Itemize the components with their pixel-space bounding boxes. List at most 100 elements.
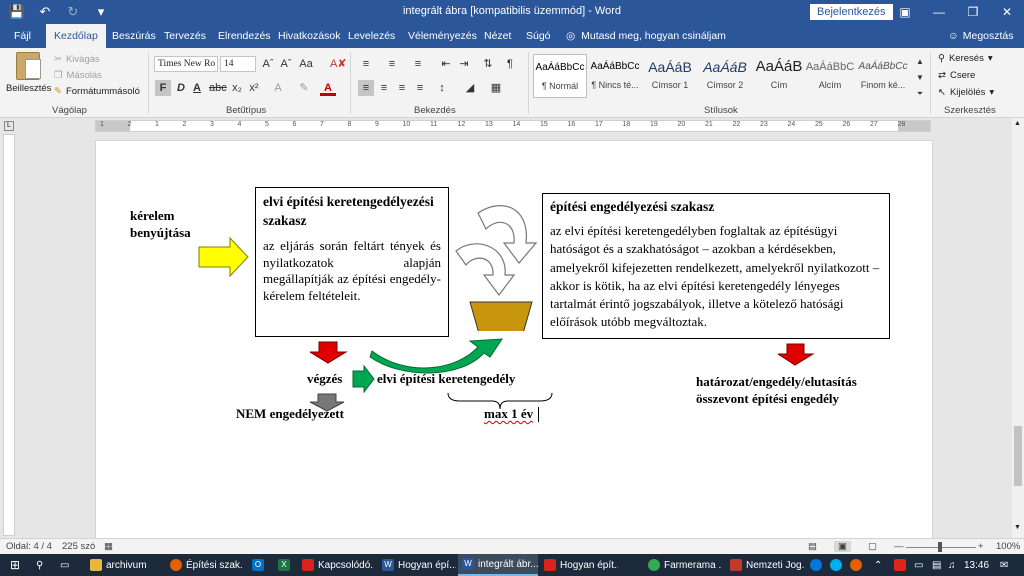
close-button[interactable]: ✕ — [990, 0, 1024, 24]
taskbar-item-firefox-1[interactable]: Építési szak... — [166, 554, 242, 576]
tab-mailings[interactable]: Levelezés — [340, 24, 403, 48]
clear-formatting-icon[interactable]: A✘ — [330, 56, 347, 72]
text-effects-icon[interactable]: A — [270, 80, 286, 96]
styles-scroll-down-icon[interactable]: ▼ — [912, 70, 928, 86]
document-page[interactable]: kérelem benyújtása elvi építési kereteng… — [95, 140, 933, 538]
align-left-icon[interactable]: ≡ — [358, 80, 374, 96]
bullets-icon[interactable]: ≡ — [358, 56, 374, 72]
customize-quick-access-icon[interactable]: ▾ — [92, 3, 110, 21]
font-name-select[interactable]: Times New Ro — [154, 56, 218, 72]
taskbar-item-archivum[interactable]: archivum — [86, 554, 162, 576]
task-view-button[interactable]: ▭ — [56, 554, 73, 576]
justify-icon[interactable]: ≡ — [412, 80, 428, 96]
ribbon-display-options-icon[interactable]: ▣ — [888, 0, 922, 24]
clock[interactable]: 13:46 — [960, 554, 993, 576]
taskbar-item-edge[interactable] — [806, 554, 824, 576]
zoom-out-icon[interactable]: — — [894, 541, 904, 552]
strikethrough-icon[interactable]: abc — [209, 80, 227, 96]
font-color-icon[interactable]: A — [320, 80, 336, 96]
tab-help[interactable]: Súgó — [518, 24, 559, 48]
taskbar-item-pdf-2[interactable]: Hogyan épít... — [540, 554, 618, 576]
scroll-up-icon[interactable]: ▲ — [1014, 120, 1021, 127]
format-painter-button[interactable]: ✎ Formátummásoló — [54, 86, 140, 97]
taskbar-item-outlook[interactable]: O — [248, 554, 270, 576]
tab-layout[interactable]: Elrendezés — [210, 24, 279, 48]
zoom-slider-thumb[interactable] — [938, 542, 942, 552]
styles-more-icon[interactable]: ⏷ — [912, 86, 928, 102]
undo-icon[interactable]: ↶ — [36, 3, 54, 21]
taskbar-item-word-active[interactable]: Wintegrált ábr... — [458, 554, 538, 576]
numbering-icon[interactable]: ≡ — [384, 56, 400, 72]
document-area[interactable]: kérelem benyújtása elvi építési kereteng… — [0, 134, 1012, 538]
web-layout-icon[interactable]: ▢ — [868, 541, 877, 552]
style-subtle-emphasis[interactable]: AaÁáBbCc Finom ké... — [856, 54, 910, 98]
scroll-down-icon[interactable]: ▼ — [1014, 524, 1021, 531]
taskbar-item-firefox-2[interactable] — [846, 554, 864, 576]
align-right-icon[interactable]: ≡ — [394, 80, 410, 96]
underline-icon[interactable]: A — [189, 80, 205, 96]
style-heading-2[interactable]: AaÁáB Címsor 2 — [698, 54, 752, 98]
decrease-indent-icon[interactable]: ⇤ — [438, 56, 454, 72]
change-case-icon[interactable]: Aa — [298, 56, 314, 72]
taskbar-item-excel[interactable]: X — [274, 554, 296, 576]
line-spacing-icon[interactable]: ↕ — [434, 80, 450, 96]
tab-file[interactable]: Fájl — [6, 24, 39, 48]
tab-view[interactable]: Nézet — [476, 24, 519, 48]
taskbar-item-word-1[interactable]: W Hogyan épí... — [378, 554, 456, 576]
search-button[interactable]: ⚲ — [32, 554, 47, 576]
style-no-spacing[interactable]: AaÁáBbCc ¶ Nincs té... — [588, 54, 642, 98]
tray-app-icon[interactable] — [890, 554, 908, 576]
highlight-icon[interactable]: ✎ — [296, 80, 312, 96]
proofing-icon[interactable]: ▦ — [104, 541, 113, 552]
read-mode-icon[interactable]: ▤ — [808, 541, 817, 552]
print-layout-icon[interactable]: ▣ — [834, 541, 851, 552]
tab-home[interactable]: Kezdőlap — [46, 24, 106, 48]
save-icon[interactable]: 💾 — [8, 3, 26, 21]
tab-selector-icon[interactable]: L — [4, 121, 14, 131]
replace-button[interactable]: ⇄ Csere — [938, 70, 975, 81]
minimize-button[interactable]: — — [922, 0, 956, 24]
battery-icon[interactable]: ▭ — [910, 554, 928, 576]
find-button[interactable]: ⚲ Keresés ▾ — [938, 53, 993, 64]
select-button[interactable]: ↖ Kijelölés ▾ — [938, 87, 994, 98]
share-button[interactable]: ☺ Megosztás — [948, 24, 1014, 48]
zoom-in-icon[interactable]: + — [978, 541, 984, 552]
tell-me-search[interactable]: ◎ Mutasd meg, hogyan csináljam — [566, 24, 726, 48]
redo-icon[interactable]: ↻ — [64, 3, 82, 21]
sign-in-button[interactable]: Bejelentkezés — [810, 4, 893, 20]
sort-icon[interactable]: ⇅ — [480, 56, 496, 72]
taskbar-item-chrome[interactable]: Farmerama ... — [644, 554, 722, 576]
shading-icon[interactable]: ◢ — [462, 80, 478, 96]
taskbar-item-nemzeti[interactable]: Nemzeti Jog... — [726, 554, 804, 576]
tab-design[interactable]: Tervezés — [156, 24, 214, 48]
increase-indent-icon[interactable]: ⇥ — [456, 56, 472, 72]
horizontal-ruler[interactable]: 1 2 1 2 3 4 5 6 7 8 9 10 11 12 13 14 15 16 17 18 19 20 21 22 23 2… — [95, 120, 931, 132]
paste-button[interactable]: Beillesztés — [6, 52, 51, 104]
zoom-level[interactable]: 100% — [996, 541, 1020, 552]
copy-button[interactable]: ❐ Másolás — [54, 70, 102, 81]
show-formatting-icon[interactable]: ¶ — [502, 56, 518, 72]
style-normal[interactable]: AaÁáBbCc ¶ Normál — [533, 54, 587, 98]
borders-icon[interactable]: ▦ — [488, 80, 504, 96]
taskbar-item-skype[interactable] — [826, 554, 844, 576]
vertical-scrollbar[interactable]: ▲ ▼ — [1012, 118, 1024, 538]
font-size-select[interactable]: 14 — [220, 56, 256, 72]
word-count[interactable]: 225 szó — [62, 541, 95, 552]
taskbar-item-acrobat[interactable]: Kapcsolódó... — [298, 554, 374, 576]
start-button[interactable]: ⊞ — [6, 554, 24, 576]
maximize-button[interactable]: ❐ — [956, 0, 990, 24]
vertical-ruler[interactable] — [3, 134, 15, 536]
grow-font-icon[interactable]: Aˆ — [260, 56, 276, 72]
subscript-icon[interactable]: x₂ — [229, 80, 245, 96]
superscript-icon[interactable]: x² — [246, 80, 262, 96]
style-title[interactable]: AaÁáB Cím — [752, 54, 806, 98]
bold-icon[interactable]: F — [155, 80, 171, 96]
style-heading-1[interactable]: AaÁáB Címsor 1 — [643, 54, 697, 98]
tab-review[interactable]: Véleményezés — [400, 24, 485, 48]
italic-icon[interactable]: D — [173, 80, 189, 96]
notifications-icon[interactable]: ✉ — [996, 554, 1012, 576]
tray-up-icon[interactable]: ⌃ — [870, 554, 888, 576]
align-center-icon[interactable]: ≡ — [376, 80, 392, 96]
styles-scroll-up-icon[interactable]: ▲ — [912, 54, 928, 70]
shrink-font-icon[interactable]: Aˇ — [278, 56, 294, 72]
